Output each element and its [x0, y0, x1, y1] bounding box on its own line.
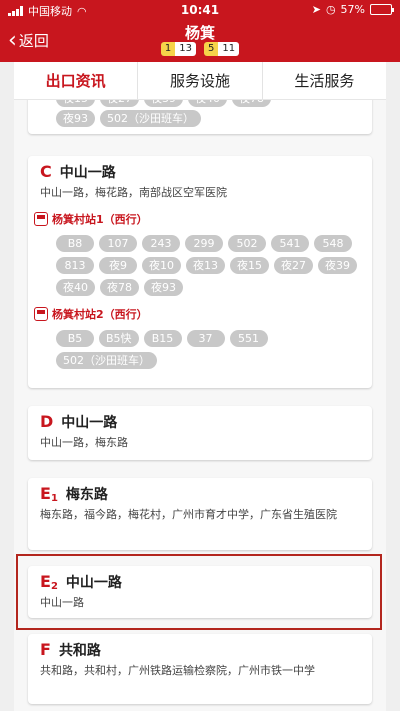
bus-route-pill[interactable]: 夜93 [144, 279, 183, 296]
bus-route-pill[interactable]: 502（沙田班车） [100, 110, 201, 127]
bus-route-pill[interactable]: 夜78 [100, 279, 139, 296]
bus-route-pill[interactable]: 夜93 [56, 110, 95, 127]
bus-route-pill[interactable]: 夜13 [186, 257, 225, 274]
exit-road: 中山一路 [65, 575, 122, 591]
line-number: 5 [204, 42, 219, 56]
battery-percent: 57% [340, 3, 365, 16]
bus-route-pill[interactable]: 502 [228, 235, 266, 252]
exit-road: 共和路 [58, 643, 101, 659]
bus-route-pill[interactable]: 107 [99, 235, 137, 252]
exit-road: 中山一路 [61, 415, 118, 431]
bus-icon [34, 212, 48, 226]
exit-letter: E1 [40, 484, 58, 504]
bus-route-pill[interactable]: 夜27 [274, 257, 313, 274]
exit-letter: C [40, 162, 52, 181]
exit-card-c[interactable]: C 中山一路 中山一路，梅花路，南部战区空军医院 杨箕村站1（西行） B8 107… [28, 156, 372, 388]
tab-bar: 出口资讯 服务设施 生活服务 [14, 62, 386, 100]
status-bar: 中国移动 ◠ 10:41 ➤ ◷ 57% [0, 0, 400, 20]
exit-letter-main: E [40, 572, 51, 591]
bus-route-pill[interactable]: 548 [314, 235, 352, 252]
exit-road: 梅东路 [65, 487, 108, 503]
bus-icon [34, 307, 48, 321]
location-icon: ➤ [311, 3, 321, 16]
exit-description: 共和路，共和村，广州铁路运输检察院，广州市铁一中学 [40, 664, 315, 677]
line-tag: 5 11 [204, 42, 240, 56]
exit-letter-main: E [40, 484, 51, 503]
page-title: 杨箕 [184, 24, 215, 42]
bus-station: 杨箕村站2（西行） [34, 306, 360, 322]
bus-route-pill[interactable]: 37 [186, 330, 225, 347]
exit-card-d[interactable]: D 中山一路 中山一路，梅东路 [28, 406, 372, 460]
exit-list[interactable]: 夜15 夜27 夜39 夜40 夜78 夜93 502（沙田班车） C 中山一路 中山一路… [14, 100, 386, 711]
alarm-icon: ◷ [325, 3, 336, 16]
bus-route-pill[interactable]: 夜39 [144, 100, 183, 107]
bus-route-pill[interactable]: 夜15 [56, 100, 95, 107]
exit-letter: F [40, 640, 51, 659]
tab-facilities[interactable]: 服务设施 [138, 62, 263, 99]
bus-route-pill[interactable]: B8 [56, 235, 94, 252]
bus-route-pill[interactable]: 夜39 [318, 257, 357, 274]
exit-road: 中山一路 [59, 165, 116, 181]
bus-route-pill[interactable]: B15 [143, 330, 182, 347]
bus-route-pill[interactable]: 541 [271, 235, 309, 252]
bus-route-pill[interactable]: 夜10 [142, 257, 181, 274]
exit-card-f[interactable]: F 共和路 共和路，共和村，广州铁路运输检察院，广州市铁一中学 [28, 634, 372, 704]
metro-line-tags: 1 13 5 11 [0, 42, 400, 56]
bus-route-pill[interactable]: B5 [56, 330, 94, 347]
exit-letter-sub: 1 [50, 493, 58, 504]
bus-route-pill[interactable]: 夜27 [100, 100, 139, 107]
exit-card-e1[interactable]: E1 梅东路 梅东路，福今路，梅花村，广州市育才中学，广东省生殖医院 [28, 478, 372, 550]
exit-description: 梅东路，福今路，梅花村，广州市育才中学，广东省生殖医院 [40, 508, 337, 521]
bus-station: 杨箕村站1（西行） [34, 211, 360, 227]
bus-route-pill[interactable]: 夜15 [230, 257, 269, 274]
exit-letter-sub: 2 [50, 581, 58, 592]
battery-icon [370, 4, 394, 15]
app-header: 中国移动 ◠ 10:41 ➤ ◷ 57% ‹ 返回 杨箕 1 13 5 11 [0, 0, 400, 62]
bus-station-name: 杨箕村站1（西行） [52, 213, 148, 226]
bus-route-pill[interactable]: B5快 [99, 330, 139, 347]
exit-description: 中山一路，梅东路 [40, 436, 128, 449]
bus-station-name: 杨箕村站2（西行） [52, 308, 148, 321]
bus-route-pill[interactable]: 502（沙田班车） [56, 352, 157, 369]
line-number: 1 [160, 42, 176, 56]
exit-description: 中山一路，梅花路，南部战区空军医院 [40, 186, 227, 199]
exit-card-b[interactable]: 夜15 夜27 夜39 夜40 夜78 夜93 502（沙田班车） [28, 100, 372, 134]
bus-route-pill[interactable]: 夜40 [56, 279, 95, 296]
station-number: 13 [175, 42, 196, 56]
tab-life-services[interactable]: 生活服务 [263, 62, 386, 99]
tab-exit-info[interactable]: 出口资讯 [14, 62, 139, 99]
line-tag: 1 13 [160, 42, 196, 56]
bus-route-pill[interactable]: 夜40 [188, 100, 227, 107]
bus-route-pill[interactable]: 243 [142, 235, 180, 252]
exit-letter: D [40, 412, 54, 431]
exit-letter: E2 [40, 572, 58, 592]
bus-route-pill[interactable]: 813 [56, 257, 94, 274]
bus-route-pill[interactable]: 夜78 [232, 100, 271, 107]
exit-description: 中山一路 [40, 596, 84, 609]
station-number: 11 [218, 42, 240, 56]
bus-route-pill[interactable]: 299 [185, 235, 223, 252]
bus-route-pill[interactable]: 551 [229, 330, 268, 347]
exit-card-e2[interactable]: E2 中山一路 中山一路 [28, 566, 372, 618]
bus-route-pill[interactable]: 夜9 [99, 257, 137, 274]
